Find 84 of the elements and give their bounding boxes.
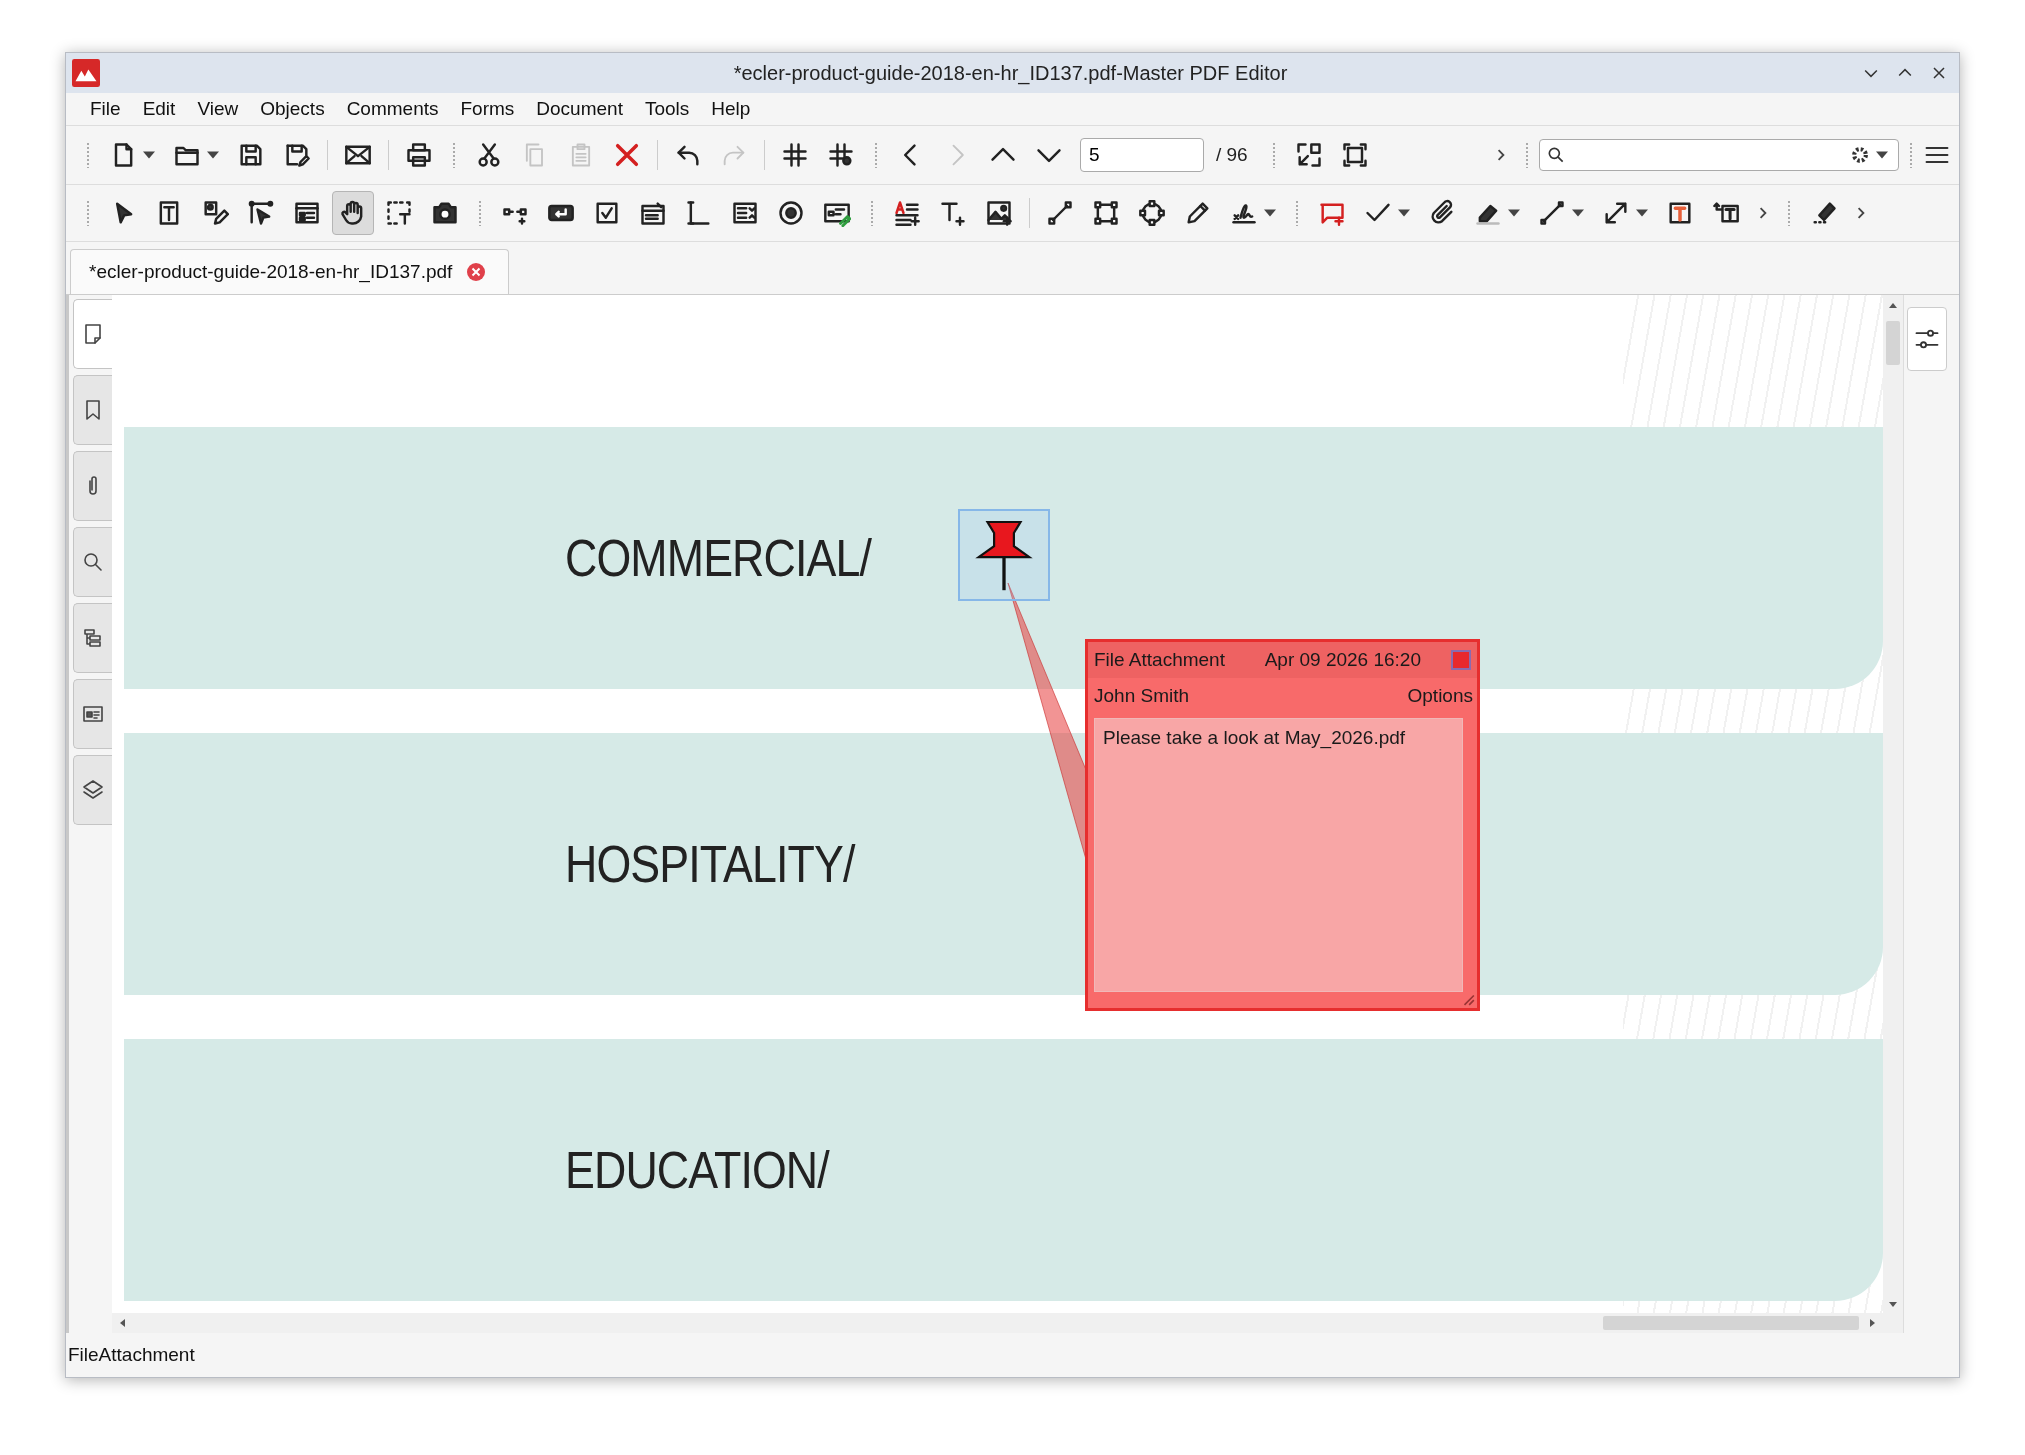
scrollbar-thumb[interactable] <box>1886 321 1900 365</box>
close-icon[interactable] <box>466 262 487 282</box>
object-select-icon <box>247 199 275 227</box>
annotation-type: File Attachment <box>1094 649 1225 671</box>
section-heading: COMMERCIAL/ <box>565 528 872 588</box>
form-icon <box>293 199 321 227</box>
side-panel-tab[interactable] <box>73 603 112 673</box>
save-as-icon <box>283 141 311 169</box>
text-area-select-icon <box>385 199 413 227</box>
add-text-icon <box>893 199 921 227</box>
search-field[interactable] <box>1539 139 1899 171</box>
comment-text-area[interactable]: Please take a look at May_2026.pdf <box>1094 718 1463 992</box>
caret-icon[interactable] <box>1572 209 1584 217</box>
eraser-icon <box>1810 199 1838 227</box>
menu-item[interactable]: Document <box>526 98 635 120</box>
window-title: *ecler-product-guide-2018-en-hr_ID137.pdf-Master PDF Editor <box>732 61 1289 85</box>
caret-icon[interactable] <box>1876 151 1888 159</box>
file-attachment-pin[interactable] <box>958 509 1050 601</box>
menu-item[interactable]: Tools <box>634 98 702 120</box>
scroll-up-icon[interactable] <box>1888 301 1898 311</box>
side-panel-tab[interactable] <box>73 451 112 521</box>
radio-button-icon <box>777 199 805 227</box>
line-icon <box>1046 199 1074 227</box>
search-icon <box>81 550 105 574</box>
annotation-date: Apr 09 2026 16:20 <box>1264 649 1421 671</box>
side-panel-tab[interactable] <box>73 527 112 597</box>
save-icon <box>237 141 265 169</box>
gear-icon[interactable] <box>1850 145 1870 165</box>
polygon-icon <box>1138 199 1166 227</box>
grid-snap-icon <box>827 141 855 169</box>
scroll-left-icon[interactable] <box>118 1318 128 1328</box>
options-link[interactable]: Options <box>1407 685 1473 707</box>
search-icon <box>1546 145 1566 165</box>
text-box-icon <box>1666 199 1694 227</box>
full-screen-icon <box>1340 141 1369 169</box>
document-tab[interactable]: *ecler-product-guide-2018-en-hr_ID137.pdf <box>70 249 510 294</box>
menu-item[interactable]: Comments <box>336 98 451 120</box>
image-edit-icon <box>201 199 229 227</box>
section-heading: EDUCATION/ <box>565 1140 829 1200</box>
layers-icon <box>81 778 105 802</box>
scroll-right-icon[interactable] <box>1867 1318 1877 1328</box>
properties-button[interactable] <box>1907 307 1947 371</box>
caret-icon[interactable] <box>1636 209 1648 217</box>
menu-item[interactable]: Edit <box>132 98 188 120</box>
resize-grip-icon[interactable] <box>1461 992 1475 1006</box>
menu-item[interactable]: Forms <box>450 98 527 120</box>
grid-icon <box>781 141 809 169</box>
add-image-icon <box>985 199 1013 227</box>
double-arrow-icon <box>1602 199 1630 227</box>
print-icon <box>405 141 433 169</box>
menu-item[interactable]: File <box>80 98 133 120</box>
menu-item[interactable]: Objects <box>250 98 337 120</box>
listbox-icon <box>731 199 759 227</box>
caret-icon[interactable] <box>1264 209 1276 217</box>
side-panel-tab[interactable] <box>73 679 112 749</box>
rectangle-icon <box>1092 199 1120 227</box>
page-number-field[interactable]: 5 <box>1080 138 1204 172</box>
caret-icon[interactable] <box>143 151 155 159</box>
combobox-icon <box>639 199 667 227</box>
caret-icon[interactable] <box>207 151 219 159</box>
pencil-icon <box>1184 199 1212 227</box>
section-heading: HOSPITALITY/ <box>565 834 855 894</box>
tool-button[interactable] <box>332 191 374 235</box>
status-text: FileAttachment <box>68 1344 195 1366</box>
caret-icon[interactable] <box>1508 209 1520 217</box>
horizontal-scrollbar[interactable] <box>112 1313 1883 1333</box>
delete-icon <box>613 141 641 169</box>
checkbox-icon <box>593 199 621 227</box>
annotation-author: John Smith <box>1094 685 1190 707</box>
line-tool-icon <box>1538 199 1566 227</box>
fit-page-icon <box>1294 141 1323 169</box>
side-panel-tab[interactable] <box>73 299 112 369</box>
vertical-scrollbar[interactable] <box>1883 295 1903 1333</box>
app-logo-icon <box>72 59 100 87</box>
page-count: / 96 <box>1216 144 1248 166</box>
side-panel-tab[interactable] <box>73 755 112 825</box>
menu-item[interactable]: Help <box>701 98 763 120</box>
side-panel-tab[interactable] <box>73 375 112 445</box>
scroll-down-icon[interactable] <box>1888 1299 1898 1309</box>
caret-icon[interactable] <box>1398 209 1410 217</box>
typewriter-icon <box>939 199 967 227</box>
scrollbar-thumb[interactable] <box>1603 1316 1859 1330</box>
camera-icon <box>431 199 459 227</box>
menu-item[interactable]: View <box>187 98 251 120</box>
